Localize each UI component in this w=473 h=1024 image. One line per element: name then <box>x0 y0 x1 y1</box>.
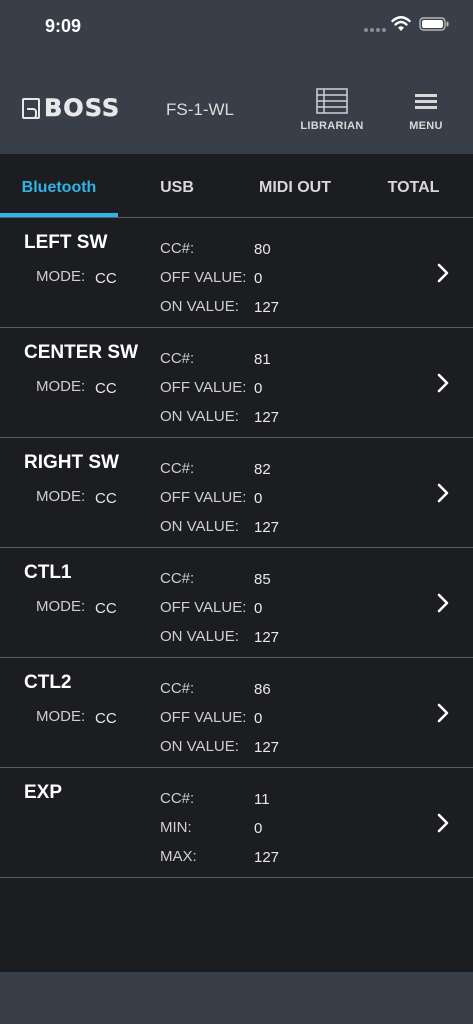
param-label: OFF VALUE: <box>160 709 247 726</box>
chevron-right-icon[interactable] <box>436 813 450 833</box>
chevron-right-icon[interactable] <box>436 703 450 723</box>
row-name: EXP <box>24 782 63 803</box>
param-label: MIN: <box>160 819 192 836</box>
tab-bar: Bluetooth USB MIDI OUT TOTAL <box>0 154 473 218</box>
assign-list: LEFT SW MODE: CC CC#: 80 OFF VALUE: 0 ON… <box>0 218 473 878</box>
chevron-right-icon[interactable] <box>436 483 450 503</box>
status-time: 9:09 <box>45 16 82 36</box>
param-label: CC#: <box>160 570 195 587</box>
param-label: OFF VALUE: <box>160 599 247 616</box>
param-value: 0 <box>254 270 263 287</box>
param-label: OFF VALUE: <box>160 269 247 286</box>
param-value: 80 <box>254 241 271 258</box>
mode-label: MODE: <box>36 268 86 285</box>
hamburger-icon <box>415 94 437 109</box>
tab-total[interactable]: TOTAL <box>354 154 473 218</box>
param-value: 0 <box>254 820 263 837</box>
mode-value: CC <box>95 600 117 617</box>
librarian-button[interactable]: LIBRARIAN <box>300 88 364 132</box>
param-value: 127 <box>254 629 280 646</box>
librarian-label: LIBRARIAN <box>300 120 364 132</box>
tab-midi-out[interactable]: MIDI OUT <box>236 154 354 218</box>
list-item-exp[interactable]: EXP CC#: 11 MIN: 0 MAX: 127 <box>0 768 473 878</box>
active-tab-indicator <box>0 213 118 217</box>
boss-logo: BOSS <box>22 96 120 120</box>
mode-value: CC <box>95 490 117 507</box>
param-value: 11 <box>254 791 270 808</box>
cellular-signal-icon <box>364 28 386 32</box>
param-label: CC#: <box>160 240 195 257</box>
param-value: 81 <box>254 351 271 368</box>
list-item-right-sw[interactable]: RIGHT SW MODE: CC CC#: 82 OFF VALUE: 0 O… <box>0 438 473 548</box>
param-label: ON VALUE: <box>160 738 239 755</box>
tab-usb[interactable]: USB <box>118 154 236 218</box>
chevron-right-icon[interactable] <box>436 593 450 613</box>
param-label: CC#: <box>160 350 195 367</box>
row-name: CENTER SW <box>24 342 138 363</box>
param-label: ON VALUE: <box>160 298 239 315</box>
mode-value: CC <box>95 270 117 287</box>
param-label: ON VALUE: <box>160 628 239 645</box>
row-name: RIGHT SW <box>24 452 119 473</box>
mode-label: MODE: <box>36 378 86 395</box>
boss-logo-mark <box>22 97 40 119</box>
param-label: CC#: <box>160 460 195 477</box>
param-value: 127 <box>254 299 280 316</box>
wifi-icon <box>391 16 411 31</box>
param-value: 0 <box>254 490 263 507</box>
param-label: CC#: <box>160 790 195 807</box>
device-name: FS-1-WL <box>166 100 234 119</box>
boss-logo-text: BOSS <box>44 94 121 122</box>
battery-icon <box>419 17 449 31</box>
bottom-bar <box>0 972 473 1024</box>
chevron-right-icon[interactable] <box>436 263 450 283</box>
param-value: 127 <box>254 739 280 756</box>
row-name: LEFT SW <box>24 232 108 253</box>
list-item-left-sw[interactable]: LEFT SW MODE: CC CC#: 80 OFF VALUE: 0 ON… <box>0 218 473 328</box>
mode-value: CC <box>95 380 117 397</box>
list-item-ctl2[interactable]: CTL2 MODE: CC CC#: 86 OFF VALUE: 0 ON VA… <box>0 658 473 768</box>
param-label: OFF VALUE: <box>160 379 247 396</box>
param-value: 127 <box>254 519 280 536</box>
list-item-center-sw[interactable]: CENTER SW MODE: CC CC#: 81 OFF VALUE: 0 … <box>0 328 473 438</box>
menu-label: MENU <box>409 120 443 132</box>
param-label: CC#: <box>160 680 195 697</box>
param-label: ON VALUE: <box>160 408 239 425</box>
list-icon <box>316 88 348 114</box>
tab-bluetooth[interactable]: Bluetooth <box>0 154 118 218</box>
param-label: ON VALUE: <box>160 518 239 535</box>
menu-button[interactable]: MENU <box>402 88 450 132</box>
param-value: 0 <box>254 600 263 617</box>
list-item-ctl1[interactable]: CTL1 MODE: CC CC#: 85 OFF VALUE: 0 ON VA… <box>0 548 473 658</box>
param-value: 127 <box>254 849 280 866</box>
row-name: CTL1 <box>24 562 72 583</box>
param-value: 127 <box>254 409 280 426</box>
param-value: 82 <box>254 461 271 478</box>
mode-label: MODE: <box>36 488 86 505</box>
chevron-right-icon[interactable] <box>436 373 450 393</box>
param-value: 0 <box>254 380 263 397</box>
row-name: CTL2 <box>24 672 72 693</box>
param-label: OFF VALUE: <box>160 489 247 506</box>
param-value: 86 <box>254 681 271 698</box>
param-label: MAX: <box>160 848 197 865</box>
param-value: 85 <box>254 571 271 588</box>
mode-value: CC <box>95 710 117 727</box>
app-header: 9:09 BOSS FS-1-WL LIBRARIAN MENU <box>0 0 473 154</box>
param-value: 0 <box>254 710 263 727</box>
mode-label: MODE: <box>36 598 86 615</box>
mode-label: MODE: <box>36 708 86 725</box>
